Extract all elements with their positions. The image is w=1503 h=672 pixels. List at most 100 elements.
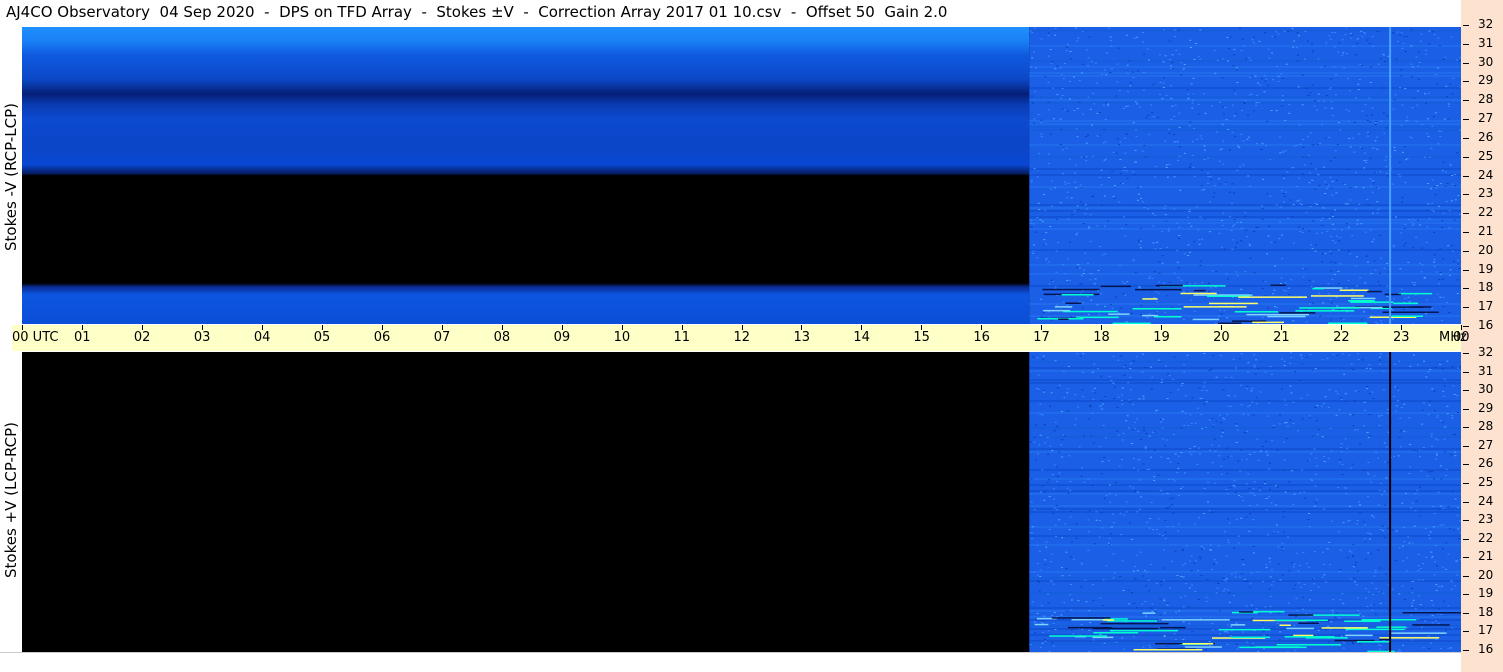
top-noise-dot	[1253, 272, 1256, 274]
bottom-noise-dot	[1255, 396, 1258, 398]
bottom-noise-dot	[1444, 451, 1446, 453]
bottom-noise-dot	[1311, 370, 1314, 372]
top-noise-dot	[1178, 226, 1181, 228]
bottom-noise-dot	[1070, 609, 1073, 611]
bottom-noise-dot	[1215, 562, 1218, 564]
top-noise-dot	[1410, 76, 1413, 78]
top-noise-dot	[1330, 253, 1333, 254]
bottom-noise-dot	[1277, 612, 1280, 614]
bottom-noise-dot	[1381, 494, 1384, 496]
top-noise-dot	[1336, 143, 1339, 145]
bottom-noise-dot	[1393, 455, 1395, 457]
bottom-noise-dot	[1297, 607, 1300, 609]
top-noise-dot	[1097, 269, 1100, 271]
top-noise-dot	[1037, 202, 1040, 204]
bottom-noise-dot	[1226, 644, 1229, 645]
top-noise-dot	[1109, 303, 1112, 305]
bottom-noise-dot	[1453, 394, 1456, 395]
bottom-noise-dot	[1233, 547, 1236, 549]
top-noise-dot	[1349, 33, 1352, 35]
top-noise-dot	[1232, 239, 1235, 241]
top-noise-dot	[1297, 35, 1300, 37]
top-noise-dot	[1134, 101, 1137, 103]
frequency-tick-mark	[1463, 501, 1469, 503]
top-noise-dot	[1325, 42, 1328, 44]
bottom-noise-dot	[1210, 368, 1213, 370]
top-noise-dot	[1167, 230, 1170, 232]
top-noise-dot	[1201, 238, 1203, 240]
top-noise-dot	[1329, 176, 1332, 178]
frequency-tick-label: 17	[1478, 299, 1494, 314]
top-noise-dot	[1297, 86, 1300, 88]
bottom-noise-dot	[1238, 358, 1241, 359]
top-streak	[1384, 293, 1401, 296]
top-noise-dot	[1190, 299, 1192, 301]
top-noise-dot	[1330, 302, 1333, 304]
bottom-streak	[1107, 620, 1158, 622]
top-noise-dot	[1154, 214, 1157, 216]
bottom-row	[1029, 490, 1461, 492]
bottom-noise-dot	[1454, 585, 1457, 587]
bottom-noise-dot	[1374, 571, 1377, 573]
bottom-noise-dot	[1282, 441, 1285, 443]
bottom-noise-dot	[1378, 425, 1381, 426]
frequency-unit-label: MHz	[1439, 330, 1467, 345]
bottom-noise-dot	[1227, 589, 1230, 591]
bottom-noise-dot	[1124, 365, 1126, 366]
frequency-tick-mark	[1463, 482, 1469, 484]
frequency-tick-mark	[1463, 371, 1469, 373]
bottom-noise-dot	[1219, 414, 1222, 416]
frequency-tick-mark	[1463, 269, 1469, 271]
top-noise-dot	[1338, 309, 1341, 311]
bottom-noise-dot	[1163, 612, 1166, 614]
bottom-noise-dot	[1200, 575, 1203, 577]
bottom-noise-dot	[1091, 484, 1094, 486]
bottom-noise-dot	[1202, 512, 1205, 514]
bottom-noise-dot	[1177, 467, 1180, 469]
top-noise-dot	[1119, 265, 1122, 266]
bottom-noise-dot	[1275, 504, 1278, 506]
bottom-noise-dot	[1081, 628, 1084, 630]
top-noise-dot	[1253, 36, 1256, 38]
bottom-noise-dot	[1123, 514, 1126, 516]
bottom-noise-dot	[1289, 385, 1292, 387]
top-noise-dot	[1428, 30, 1431, 32]
top-row	[1029, 222, 1461, 224]
top-noise-dot	[1321, 217, 1324, 219]
bottom-noise-dot	[1445, 475, 1448, 476]
top-noise-dot	[1039, 219, 1042, 221]
top-noise-dot	[1445, 201, 1448, 203]
bottom-noise-dot	[1112, 355, 1115, 357]
top-noise-dot	[1126, 64, 1129, 66]
bottom-noise-dot	[1285, 404, 1288, 406]
bottom-noise-dot	[1445, 629, 1448, 631]
bottom-noise-dot	[1131, 538, 1134, 540]
bottom-noise-dot	[1445, 468, 1448, 470]
frequency-tick-mark	[1463, 213, 1469, 215]
bottom-noise-dot	[1056, 425, 1058, 427]
bottom-noise-dot	[1456, 514, 1459, 516]
bottom-noise-dot	[1354, 429, 1356, 431]
top-noise-dot	[1191, 141, 1194, 143]
bottom-noise-dot	[1270, 595, 1272, 597]
top-noise-dot	[1078, 101, 1081, 103]
top-noise-dot	[1426, 132, 1429, 134]
top-noise-dot	[1175, 49, 1178, 51]
top-noise-dot	[1298, 226, 1301, 228]
bottom-noise-dot	[1342, 353, 1345, 355]
bottom-noise-dot	[1439, 363, 1442, 365]
bottom-noise-dot	[1327, 406, 1330, 408]
bottom-noise-dot	[1418, 579, 1421, 581]
top-noise-dot	[1123, 166, 1126, 168]
bottom-noise-dot	[1384, 504, 1387, 506]
top-noise-dot	[1319, 142, 1322, 144]
top-noise-dot	[1286, 171, 1289, 173]
top-noise-dot	[1280, 73, 1283, 75]
top-noise-dot	[1374, 122, 1377, 123]
bottom-noise-dot	[1037, 574, 1040, 576]
bottom-noise-dot	[1321, 576, 1324, 578]
bottom-noise-dot	[1267, 496, 1270, 498]
bottom-noise-dot	[1162, 493, 1165, 495]
bottom-noise-dot	[1180, 576, 1183, 577]
top-noise-dot	[1296, 54, 1299, 56]
